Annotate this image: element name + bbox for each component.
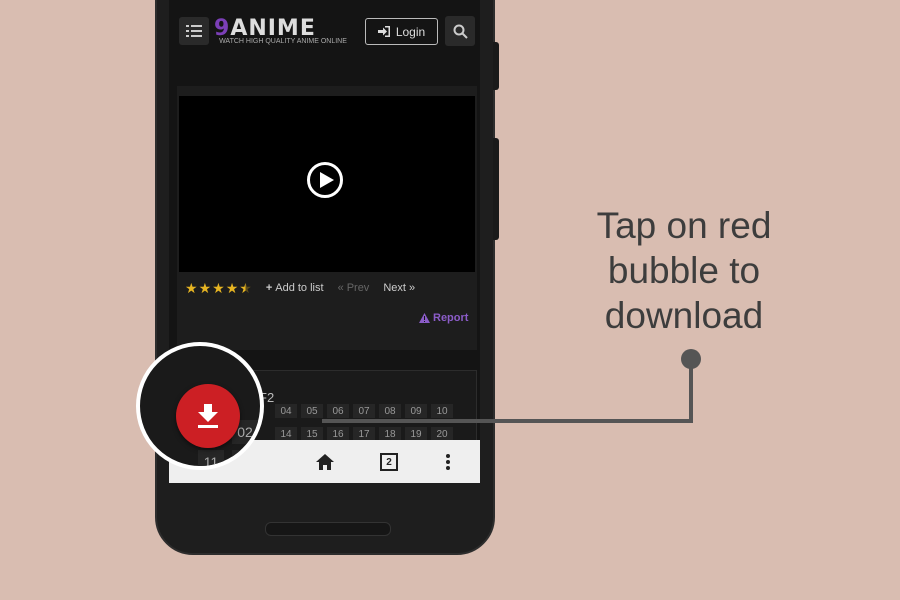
callout-text: Tap on red bubble to download xyxy=(596,205,772,336)
